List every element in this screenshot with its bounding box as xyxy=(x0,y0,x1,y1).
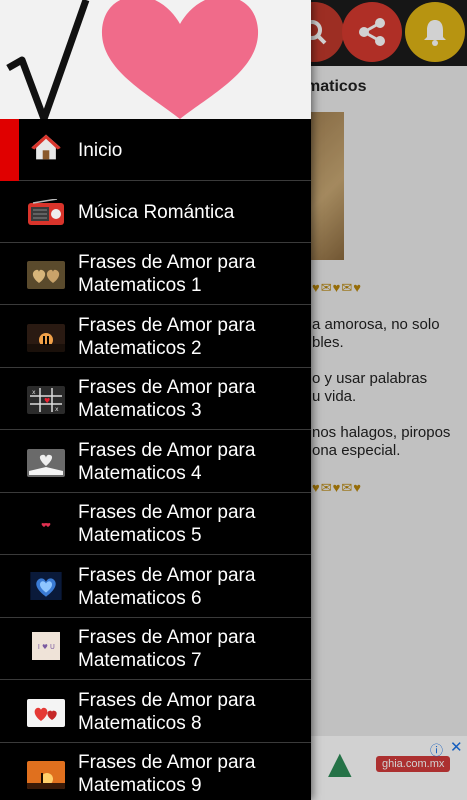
drawer-item-label-line1: Frases de Amor para xyxy=(78,440,256,461)
drawer-item-matematicos-9[interactable]: Frases de Amor para Matematicos 9 xyxy=(0,743,311,800)
drawer-item-matematicos-4[interactable]: Frases de Amor para Matematicos 4 xyxy=(0,431,311,493)
drawer-item-label: Música Romántica xyxy=(78,202,235,223)
navigation-drawer: Inicio Música Romántica Frases de Amor p… xyxy=(0,0,311,800)
drawer-item-label: Frases de Amor para Matematicos 6 xyxy=(78,564,255,610)
header-logo xyxy=(0,0,311,119)
tic-tac-toe-thumbnail-icon: ♥ x x xyxy=(27,386,65,414)
drawer-item-label-line1: Frases de Amor para xyxy=(78,252,256,273)
drawer-item-label-line1: Frases de Amor para xyxy=(78,502,256,523)
drawer-item-label-line2: Matematicos 4 xyxy=(78,463,202,484)
digital-heart-thumbnail-icon xyxy=(30,572,62,600)
drawer-item-label: Frases de Amor para Matematicos 7 xyxy=(78,626,255,672)
drawer-item-matematicos-8[interactable]: Frases de Amor para Matematicos 8 xyxy=(0,681,311,743)
book-heart-thumbnail-icon xyxy=(27,449,65,477)
drawer-item-label: Frases de Amor para Matematicos 5 xyxy=(78,501,255,547)
drawer-item-matematicos-5[interactable]: Frases de Amor para Matematicos 5 xyxy=(0,493,311,555)
drawer-item-label-line2: Matematicos 6 xyxy=(78,588,202,609)
drawer-item-matematicos-7[interactable]: I ♥ U Frases de Amor para Matematicos 7 xyxy=(0,618,311,680)
drawer-item-label: Frases de Amor para Matematicos 9 xyxy=(78,751,255,797)
drawer-item-label-line1: Frases de Amor para xyxy=(78,565,256,586)
radio-icon xyxy=(28,199,64,225)
sunset-couple-thumbnail-icon xyxy=(27,761,65,789)
hearts-thumbnail-icon xyxy=(27,261,65,289)
svg-text:x: x xyxy=(55,406,59,413)
drawer-item-matematicos-2[interactable]: Frases de Amor para Matematicos 2 xyxy=(0,306,311,368)
drawer-item-label-line2: Matematicos 8 xyxy=(78,713,202,734)
drawer-item-label: Frases de Amor para Matematicos 8 xyxy=(78,689,255,735)
drawer-item-label-line1: Frases de Amor para xyxy=(78,627,256,648)
home-icon xyxy=(31,134,61,160)
drawer-header xyxy=(0,0,311,119)
drawer-item-label-line2: Matematicos 9 xyxy=(78,775,202,796)
small-hearts-thumbnail-icon xyxy=(27,511,65,539)
svg-text:x: x xyxy=(32,389,36,396)
drawer-item-label-line2: Matematicos 1 xyxy=(78,275,202,296)
drawer-item-label-line1: Frases de Amor para xyxy=(78,315,256,336)
drawer-item-label: Frases de Amor para Matematicos 2 xyxy=(78,314,255,360)
drawer-item-label: Frases de Amor para Matematicos 4 xyxy=(78,439,255,485)
drawer-item-label: Frases de Amor para Matematicos 1 xyxy=(78,251,255,297)
svg-text:I ♥ U: I ♥ U xyxy=(38,643,55,651)
drawer-item-label-line1: Frases de Amor para xyxy=(78,690,256,711)
couple-sunset-thumbnail-icon xyxy=(27,324,65,352)
drawer-item-label-line2: Matematicos 2 xyxy=(78,338,202,359)
drawer-item-matematicos-6[interactable]: Frases de Amor para Matematicos 6 xyxy=(0,556,311,618)
drawer-item-label-line1: Frases de Amor para xyxy=(78,377,256,398)
drawer-item-musica-romantica[interactable]: Música Romántica xyxy=(0,181,311,243)
red-hearts-thumbnail-icon xyxy=(27,699,65,727)
drawer-item-label-line1: Frases de Amor para xyxy=(78,752,256,773)
love-note-thumbnail-icon: I ♥ U xyxy=(32,632,60,660)
drawer-item-matematicos-1[interactable]: Frases de Amor para Matematicos 1 xyxy=(0,243,311,305)
active-indicator xyxy=(0,119,19,181)
drawer-item-label-line2: Matematicos 7 xyxy=(78,650,202,671)
drawer-item-matematicos-3[interactable]: ♥ x x Frases de Amor para Matematicos 3 xyxy=(0,368,311,430)
drawer-item-label-line2: Matematicos 5 xyxy=(78,525,202,546)
drawer-item-label-line2: Matematicos 3 xyxy=(78,400,202,421)
drawer-item-label: Inicio xyxy=(78,140,123,161)
drawer-item-inicio[interactable]: Inicio xyxy=(0,119,311,181)
svg-text:♥: ♥ xyxy=(44,397,50,405)
drawer-item-label: Frases de Amor para Matematicos 3 xyxy=(78,376,255,422)
